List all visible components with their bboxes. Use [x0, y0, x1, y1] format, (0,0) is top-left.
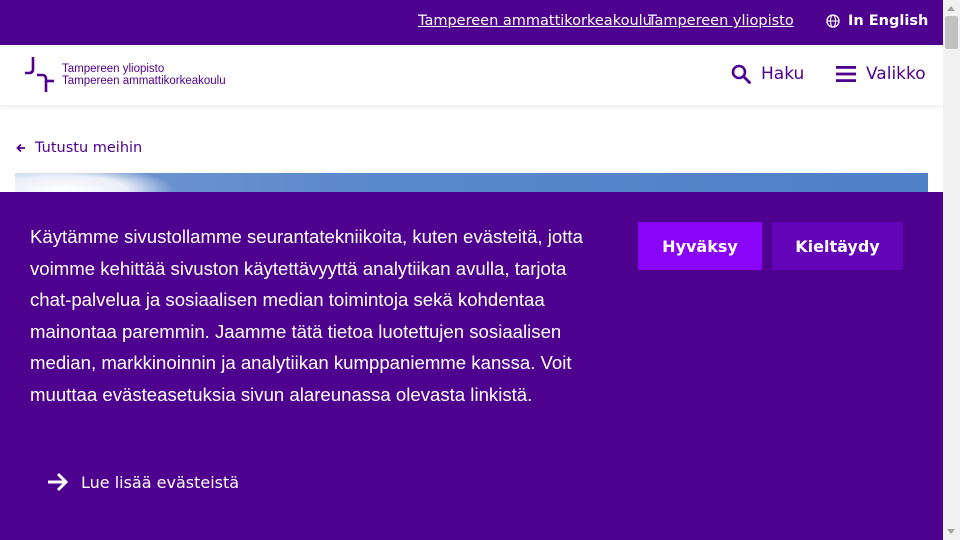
back-link[interactable]: Tutustu meihin — [16, 140, 142, 156]
scrollbar-thumb[interactable] — [945, 16, 958, 49]
site-logo[interactable]: Tampereen yliopisto Tampereen ammattikor… — [24, 55, 226, 95]
globe-icon — [826, 14, 840, 28]
decline-cookies-button[interactable]: Kieltäydy — [772, 222, 903, 270]
logo-line-2: Tampereen ammattikorkeakoulu — [62, 75, 226, 87]
logo-text: Tampereen yliopisto Tampereen ammattikor… — [62, 63, 226, 87]
hamburger-icon — [836, 66, 856, 82]
back-link-label: Tutustu meihin — [35, 140, 143, 156]
cookie-banner: Käytämme sivustollamme seurantatekniikoi… — [0, 192, 943, 540]
site-header: Tampereen yliopisto Tampereen ammattikor… — [0, 45, 943, 105]
language-switch[interactable]: In English — [826, 13, 928, 29]
arrow-right-icon — [48, 472, 69, 492]
read-more-label: Lue lisää evästeistä — [81, 472, 240, 492]
language-label: In English — [848, 13, 929, 29]
menu-button[interactable]: Valikko — [836, 64, 926, 84]
scroll-up-arrow-icon[interactable] — [947, 6, 955, 11]
logo-line-1: Tampereen yliopisto — [62, 63, 165, 75]
search-label: Haku — [761, 64, 805, 84]
hero-image — [15, 173, 928, 193]
arrow-left-icon — [16, 143, 25, 153]
accept-cookies-button[interactable]: Hyväksy — [638, 222, 762, 270]
hero-cloud — [15, 173, 175, 193]
search-button[interactable]: Haku — [731, 64, 804, 84]
scroll-down-arrow-icon[interactable] — [947, 529, 955, 534]
menu-label: Valikko — [866, 64, 926, 84]
link-tuni[interactable]: Tampereen yliopisto — [648, 13, 794, 29]
cookie-banner-text: Käytämme sivustollamme seurantatekniikoi… — [30, 226, 583, 405]
link-tamk[interactable]: Tampereen ammattikorkeakoulu — [418, 13, 652, 29]
top-utility-bar: Tampereen ammattikorkeakoulu Tampereen y… — [0, 0, 943, 45]
logo-mark-icon — [25, 57, 54, 92]
search-icon — [731, 64, 751, 84]
read-more-cookies-link[interactable]: Lue lisää evästeistä — [47, 472, 239, 492]
page-scrollbar[interactable] — [943, 0, 960, 540]
